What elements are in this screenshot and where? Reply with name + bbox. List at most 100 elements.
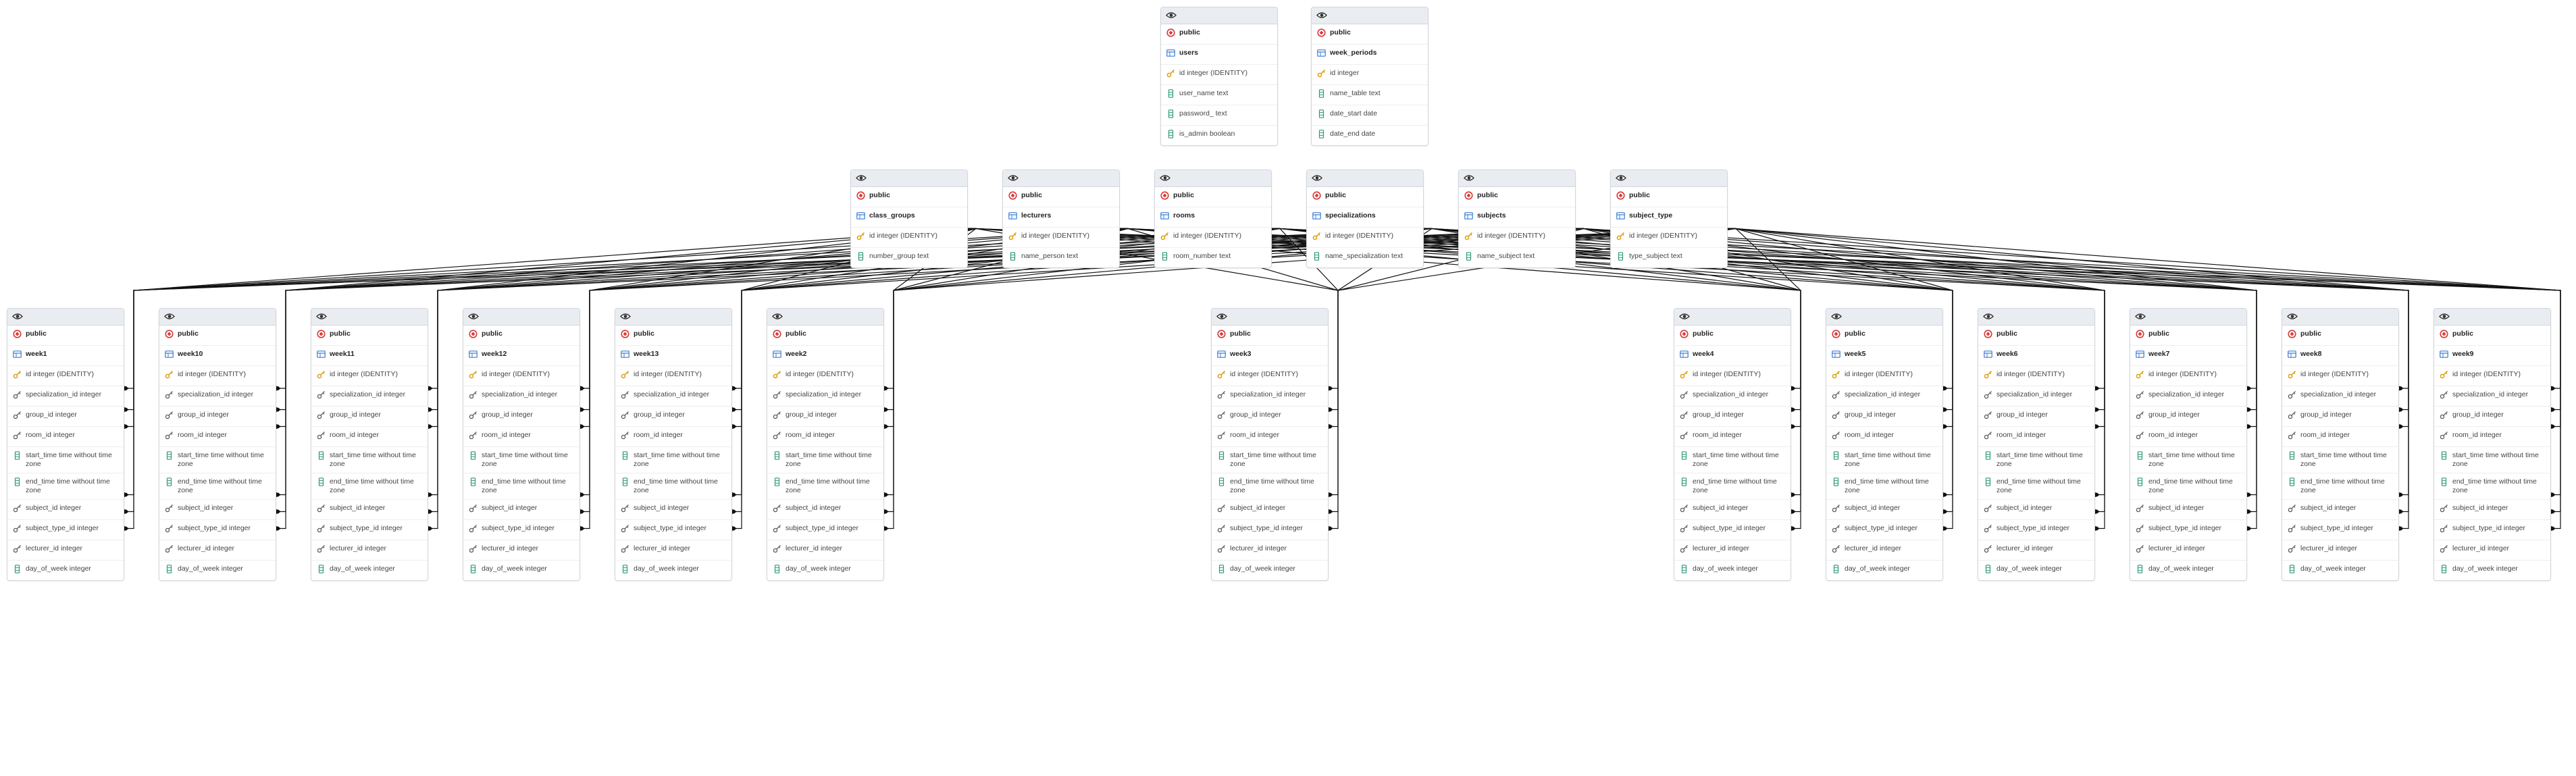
table-header[interactable] [1161,7,1277,24]
column-row[interactable]: specialization_id integer [1826,386,1942,407]
table-week7[interactable]: public week7 id integer (IDENTITY) speciali… [2130,308,2247,581]
column-row[interactable]: day_of_week integer [463,561,579,580]
column-row[interactable]: day_of_week integer [311,561,428,580]
schema-row[interactable]: public [1978,326,2094,346]
column-row[interactable]: id integer (IDENTITY) [2282,366,2398,386]
column-row[interactable]: start_time time without time zone [2282,447,2398,473]
column-row[interactable]: group_id integer [2130,407,2246,427]
column-row[interactable]: id integer (IDENTITY) [2434,366,2550,386]
eye-icon[interactable] [620,313,631,320]
eye-icon[interactable] [2439,313,2450,320]
table-week13[interactable]: public week13 id integer (IDENTITY) special… [615,308,732,581]
table-week10[interactable]: public week10 id integer (IDENTITY) special… [159,308,276,581]
table-header[interactable] [311,309,428,326]
table-header[interactable] [1307,170,1423,187]
column-row[interactable]: id integer (IDENTITY) [159,366,276,386]
column-row[interactable]: specialization_id integer [2282,386,2398,407]
table-week8[interactable]: public week8 id integer (IDENTITY) speciali… [2282,308,2399,581]
column-row[interactable]: start_time time without time zone [463,447,579,473]
column-row[interactable]: specialization_id integer [767,386,883,407]
eye-icon[interactable] [164,313,175,320]
column-row[interactable]: subject_id integer [159,500,276,520]
column-row[interactable]: lecturer_id integer [2434,540,2550,561]
column-row[interactable]: id integer (IDENTITY) [463,366,579,386]
column-row[interactable]: specialization_id integer [1212,386,1328,407]
schema-row[interactable]: public [851,187,967,207]
column-row[interactable]: start_time time without time zone [1978,447,2094,473]
table-users[interactable]: public users id integer (IDENTITY) user_nam… [1160,7,1278,146]
column-row[interactable]: number_group text [851,248,967,267]
table-specializations[interactable]: public specializations id integer (IDENTIT… [1306,170,1424,268]
column-row[interactable]: subject_type_id integer [1212,520,1328,540]
table-name-row[interactable]: week7 [2130,346,2246,366]
table-name-row[interactable]: class_groups [851,207,967,228]
schema-row[interactable]: public [767,326,883,346]
column-row[interactable]: group_id integer [1212,407,1328,427]
column-row[interactable]: start_time time without time zone [1212,447,1328,473]
column-row[interactable]: name_person text [1003,248,1119,267]
diagram-canvas[interactable]: public users id integer (IDENTITY) user_nam… [0,0,2576,776]
column-row[interactable]: lecturer_id integer [1674,540,1791,561]
column-row[interactable]: subject_id integer [2282,500,2398,520]
column-row[interactable]: end_time time without time zone [1826,473,1942,500]
column-row[interactable]: lecturer_id integer [767,540,883,561]
column-row[interactable]: subject_id integer [767,500,883,520]
table-week_periods[interactable]: public week_periods id integer name_table t… [1311,7,1428,146]
eye-icon[interactable] [772,313,783,320]
schema-row[interactable]: public [1161,24,1277,45]
column-row[interactable]: specialization_id integer [463,386,579,407]
column-row[interactable]: subject_id integer [2434,500,2550,520]
table-name-row[interactable]: week5 [1826,346,1942,366]
column-row[interactable]: end_time time without time zone [463,473,579,500]
column-row[interactable]: subject_id integer [7,500,124,520]
column-row[interactable]: start_time time without time zone [7,447,124,473]
column-row[interactable]: end_time time without time zone [615,473,731,500]
table-name-row[interactable]: lecturers [1003,207,1119,228]
column-row[interactable]: room_id integer [159,427,276,447]
column-row[interactable]: id integer (IDENTITY) [2130,366,2246,386]
schema-row[interactable]: public [159,326,276,346]
eye-icon[interactable] [1160,174,1170,182]
column-row[interactable]: end_time time without time zone [1212,473,1328,500]
table-name-row[interactable]: week8 [2282,346,2398,366]
eye-icon[interactable] [1831,313,1842,320]
table-week12[interactable]: public week12 id integer (IDENTITY) special… [463,308,580,581]
table-rooms[interactable]: public rooms id integer (IDENTITY) room_num… [1154,170,1272,268]
table-header[interactable] [7,309,124,326]
table-lecturers[interactable]: public lecturers id integer (IDENTITY) name… [1002,170,1120,268]
column-row[interactable]: subject_id integer [615,500,731,520]
eye-icon[interactable] [1312,174,1322,182]
column-row[interactable]: lecturer_id integer [2282,540,2398,561]
column-row[interactable]: subject_type_id integer [1826,520,1942,540]
column-row[interactable]: subject_id integer [1826,500,1942,520]
table-week9[interactable]: public week9 id integer (IDENTITY) speciali… [2433,308,2551,581]
column-row[interactable]: lecturer_id integer [615,540,731,561]
table-week4[interactable]: public week4 id integer (IDENTITY) speciali… [1674,308,1791,581]
column-row[interactable]: day_of_week integer [7,561,124,580]
table-week1[interactable]: public week1 id integer (IDENTITY) speciali… [7,308,124,581]
column-row[interactable]: subject_type_id integer [2434,520,2550,540]
table-header[interactable] [1459,170,1575,187]
column-row[interactable]: specialization_id integer [2434,386,2550,407]
column-row[interactable]: id integer (IDENTITY) [1826,366,1942,386]
column-row[interactable]: end_time time without time zone [311,473,428,500]
column-row[interactable]: id integer (IDENTITY) [767,366,883,386]
column-row[interactable]: password_ text [1161,105,1277,126]
table-header[interactable] [159,309,276,326]
column-row[interactable]: day_of_week integer [159,561,276,580]
table-name-row[interactable]: specializations [1307,207,1423,228]
column-row[interactable]: room_id integer [1212,427,1328,447]
column-row[interactable]: id integer (IDENTITY) [311,366,428,386]
column-row[interactable]: id integer [1312,65,1428,85]
column-row[interactable]: day_of_week integer [1674,561,1791,580]
column-row[interactable]: date_end date [1312,126,1428,145]
column-row[interactable]: specialization_id integer [159,386,276,407]
column-row[interactable]: day_of_week integer [1978,561,2094,580]
column-row[interactable]: room_id integer [767,427,883,447]
column-row[interactable]: room_id integer [2130,427,2246,447]
table-subject_type[interactable]: public subject_type id integer (IDENTITY) t… [1610,170,1728,268]
column-row[interactable]: subject_type_id integer [2282,520,2398,540]
column-row[interactable]: name_specialization text [1307,248,1423,267]
column-row[interactable]: room_id integer [2282,427,2398,447]
column-row[interactable]: name_subject text [1459,248,1575,267]
